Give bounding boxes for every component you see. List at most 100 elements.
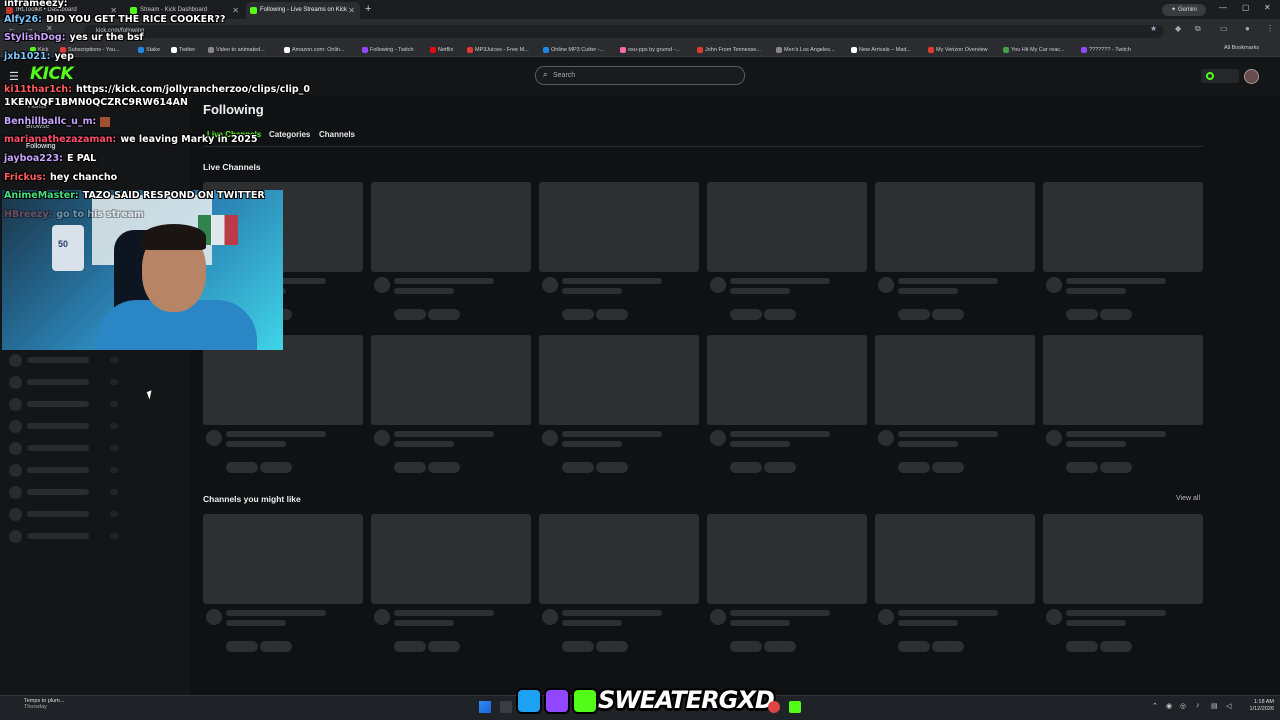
skeleton-ava bbox=[710, 609, 726, 625]
bookmark[interactable]: Online MP3 Cutter -... bbox=[543, 45, 604, 55]
search-input[interactable]: ⌕ Search bbox=[535, 66, 745, 85]
user-avatar[interactable] bbox=[1244, 69, 1259, 84]
skeleton-p1 bbox=[898, 309, 930, 320]
kick-logo[interactable]: KICK bbox=[30, 64, 74, 84]
search-taskbar-icon[interactable] bbox=[500, 701, 512, 713]
profile-icon[interactable]: ● bbox=[1245, 24, 1250, 33]
minimize-icon[interactable]: — bbox=[1219, 3, 1227, 12]
skeleton-thumb bbox=[1043, 335, 1203, 425]
puzzle-icon[interactable]: ⧉ bbox=[1195, 24, 1201, 34]
channel-card-skeleton[interactable] bbox=[875, 514, 1035, 654]
skeleton-l2 bbox=[394, 288, 454, 294]
tray-app-icon[interactable]: ◎ bbox=[1180, 702, 1186, 710]
chat-text: https://kick.com/jollyrancherzoo/clips/c… bbox=[76, 84, 310, 95]
bookmark[interactable]: New Arrivals – Mad... bbox=[851, 45, 911, 55]
channel-card-skeleton[interactable] bbox=[875, 182, 1035, 322]
star-icon[interactable]: ★ bbox=[1150, 24, 1157, 33]
skeleton-ava bbox=[878, 609, 894, 625]
skeleton-thumb bbox=[539, 514, 699, 604]
channel-card-skeleton[interactable] bbox=[1043, 514, 1203, 654]
menu-dots-icon[interactable]: ⋮ bbox=[1266, 24, 1274, 33]
system-clock[interactable]: 1:18 AM 1/12/2026 bbox=[1240, 699, 1274, 713]
windows-start-icon[interactable] bbox=[479, 701, 491, 713]
channel-card-skeleton[interactable] bbox=[539, 335, 699, 475]
chat-text: yes ur the bsf bbox=[69, 32, 144, 43]
channel-card-skeleton[interactable] bbox=[1043, 182, 1203, 322]
bookmark[interactable]: ??????? - Twitch bbox=[1081, 45, 1131, 55]
skeleton-p1 bbox=[562, 641, 594, 652]
browser-tab-active[interactable]: Following - Live Streams on Kick ✕ bbox=[246, 2, 360, 19]
skeleton-l1 bbox=[898, 610, 998, 616]
bookmark[interactable]: Amazon.com: Onlin... bbox=[284, 45, 345, 55]
tab-categories[interactable]: Categories bbox=[269, 130, 310, 139]
skeleton-thumb bbox=[875, 182, 1035, 272]
skeleton-l1 bbox=[730, 278, 830, 284]
channel-card-skeleton[interactable] bbox=[371, 182, 531, 322]
chrome-taskbar-icon[interactable] bbox=[768, 701, 780, 713]
channel-card-skeleton[interactable] bbox=[707, 335, 867, 475]
bookmark[interactable]: You Hit My Car reac... bbox=[1003, 45, 1065, 55]
bookmark[interactable]: osu-pps by grumd -... bbox=[620, 45, 680, 55]
new-tab-plus-icon[interactable]: + bbox=[365, 3, 371, 15]
maximize-icon[interactable]: ▢ bbox=[1242, 3, 1250, 12]
tray-chevron-icon[interactable]: ⌃ bbox=[1152, 702, 1158, 710]
close-icon[interactable]: ✕ bbox=[232, 2, 239, 19]
gemini-button[interactable]: ✦ Gemini bbox=[1162, 4, 1206, 16]
skeleton-thumb bbox=[371, 182, 531, 272]
chat-user: ki11thar1ch: bbox=[4, 84, 72, 95]
bookmark[interactable]: Twitter bbox=[171, 45, 195, 55]
skeleton-thumb bbox=[1043, 182, 1203, 272]
skeleton-thumb bbox=[203, 514, 363, 604]
skeleton-line bbox=[27, 357, 89, 363]
skeleton-p2 bbox=[764, 462, 796, 473]
section-title-suggested: Channels you might like bbox=[203, 494, 301, 504]
mic-icon[interactable]: ♪ bbox=[1196, 702, 1200, 709]
chat-text: E PAL bbox=[66, 153, 97, 164]
skeleton-thumb bbox=[707, 335, 867, 425]
skeleton-p1 bbox=[394, 641, 426, 652]
view-all-link[interactable]: View all bbox=[1176, 495, 1200, 502]
bookmark[interactable]: Stake bbox=[138, 45, 160, 55]
channel-card-skeleton[interactable] bbox=[371, 335, 531, 475]
volume-icon[interactable]: ◁ bbox=[1226, 702, 1231, 710]
cast-icon[interactable]: ▭ bbox=[1220, 24, 1228, 33]
skeleton-p1 bbox=[394, 309, 426, 320]
tab-channels[interactable]: Channels bbox=[319, 130, 355, 139]
skeleton-dot bbox=[110, 511, 118, 517]
channel-card-skeleton[interactable] bbox=[539, 514, 699, 654]
channel-card-skeleton[interactable] bbox=[539, 182, 699, 322]
channel-card-skeleton[interactable] bbox=[875, 335, 1035, 475]
channel-card-skeleton[interactable] bbox=[203, 514, 363, 654]
skeleton-l2 bbox=[1066, 288, 1126, 294]
channel-card-skeleton[interactable] bbox=[707, 514, 867, 654]
extension-icon[interactable]: ◆ bbox=[1175, 24, 1181, 33]
skeleton-ava bbox=[206, 430, 222, 446]
all-bookmarks-button[interactable]: All Bookmarks bbox=[1224, 45, 1259, 51]
skeleton-ava bbox=[374, 277, 390, 293]
bookmark[interactable]: John From Tennesse... bbox=[697, 45, 761, 55]
streamer-hair bbox=[142, 224, 206, 250]
bookmark[interactable]: MP3Juices - Free M... bbox=[467, 45, 529, 55]
channel-card-skeleton[interactable] bbox=[1043, 335, 1203, 475]
notifications-button[interactable] bbox=[1201, 69, 1239, 83]
channel-card-skeleton[interactable] bbox=[707, 182, 867, 322]
skeleton-l2 bbox=[730, 441, 790, 447]
bookmark[interactable]: Video to animated... bbox=[208, 45, 265, 55]
hamburger-menu-icon[interactable]: ☰ bbox=[9, 70, 19, 83]
skeleton-ava bbox=[542, 277, 558, 293]
window-close-icon[interactable]: ✕ bbox=[1264, 3, 1271, 12]
channel-card-skeleton[interactable] bbox=[203, 335, 363, 475]
bookmark[interactable]: Men's Los Angeles... bbox=[776, 45, 835, 55]
bookmark[interactable]: Following - Twitch bbox=[362, 45, 414, 55]
weather-widget[interactable]: Temps to plum... Thursday bbox=[8, 698, 78, 710]
bookmark[interactable]: My Verizon Overview bbox=[928, 45, 988, 55]
kick-taskbar-icon[interactable] bbox=[789, 701, 801, 713]
channel-card-skeleton[interactable] bbox=[371, 514, 531, 654]
network-icon[interactable]: ▤ bbox=[1211, 702, 1218, 710]
bookmark[interactable]: Netflix bbox=[430, 45, 453, 55]
close-icon[interactable]: ✕ bbox=[348, 2, 355, 19]
url-field[interactable]: kick.com/following bbox=[84, 25, 1164, 38]
tray-app-icon[interactable]: ◉ bbox=[1166, 702, 1172, 710]
skeleton-p1 bbox=[226, 641, 258, 652]
skeleton-p2 bbox=[932, 462, 964, 473]
